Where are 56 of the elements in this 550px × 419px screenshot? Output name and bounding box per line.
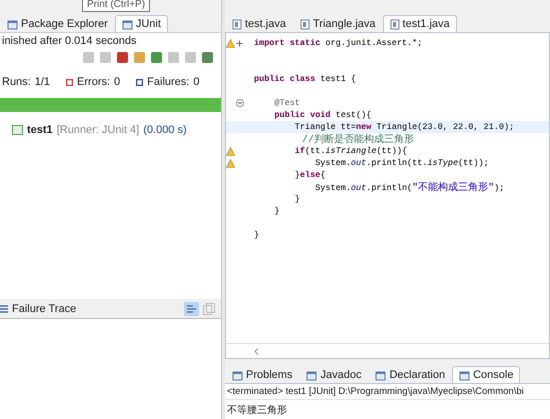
code-line: @Test [273, 98, 300, 108]
code-line: if(tt.isTriangle(tt)){ [294, 146, 408, 156]
counter-value: 1/1 [34, 76, 50, 88]
file-icon [300, 18, 310, 30]
toolbar-icon[interactable] [168, 52, 179, 63]
file-icon [232, 18, 242, 30]
status-text: inished after 0.014 seconds [1, 34, 138, 49]
panel-title: Failure Trace [12, 302, 78, 314]
code-line: }else{ [294, 170, 326, 180]
test-name[interactable]: test1 [27, 124, 53, 136]
list-icon [0, 304, 8, 312]
console-header: <terminated> test1 [JUnit] D:\Programming\java\Myeclipse\Common\bi [225, 384, 550, 400]
view-icon [306, 370, 318, 380]
toolbar-icon[interactable] [100, 52, 111, 63]
view-icon [232, 370, 243, 380]
view-icon [122, 18, 133, 30]
editor-tab[interactable]: test1.java [382, 15, 457, 32]
view-icon [7, 18, 18, 30]
toolbar-icon[interactable] [202, 52, 213, 63]
toolbar-icon[interactable] [83, 52, 94, 63]
view-tab[interactable]: JUnit [114, 15, 168, 32]
toolbar-icon[interactable] [185, 52, 196, 63]
filter-icon[interactable] [184, 302, 199, 316]
counter-value: 0 [193, 76, 200, 88]
counter-label: Failures: [147, 76, 190, 88]
code-line: } [273, 206, 280, 216]
code-line: System.out.println("不能构成三角形"); [314, 180, 504, 194]
counter-label: Runs: [2, 76, 31, 88]
errors-icon [66, 78, 74, 86]
runner-text: [Runner: JUnit 4] [56, 124, 140, 136]
test-class-icon [12, 125, 23, 135]
counter-label: Errors: [77, 76, 110, 88]
toolbar-icon[interactable] [151, 52, 162, 63]
panel-tab[interactable]: Console [452, 366, 520, 383]
file-icon [390, 18, 400, 30]
code-line: Triangle tt=new Triangle(23.0, 22.0, 21.0); [294, 122, 514, 132]
code-line: public class test1 { [253, 74, 356, 84]
view-icon [459, 370, 470, 380]
toolbar-icon[interactable] [134, 52, 145, 63]
code-line: } [253, 230, 260, 240]
expand-icon[interactable] [236, 40, 243, 46]
tooltip: Print (Ctrl+P) [82, 0, 150, 12]
toolbar-icon[interactable] [117, 52, 128, 63]
time-text: (0.000 s) [143, 124, 187, 136]
counter-value: 0 [114, 76, 120, 88]
code-line: //判断是否能构成三角形 [301, 132, 414, 146]
code-line: import static org.junit.Assert.*; [253, 38, 422, 48]
collapse-icon[interactable] [236, 99, 244, 107]
code-line: public void test(){ [273, 110, 372, 120]
code-line: System.out.println(tt.isType(tt)); [314, 158, 489, 168]
code-line: } [294, 194, 300, 204]
console-output: 不等腰三角形 [226, 404, 288, 418]
failures-icon [136, 78, 144, 86]
view-icon [375, 370, 386, 380]
compare-icon[interactable] [203, 302, 215, 314]
scroll-left-icon[interactable] [254, 348, 259, 354]
